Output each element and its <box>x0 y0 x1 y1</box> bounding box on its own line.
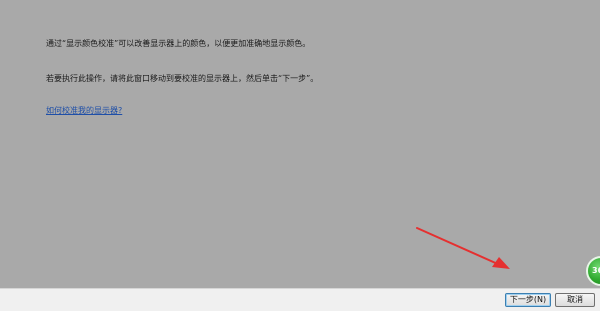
intro-text: 通过“显示颜色校准”可以改善显示器上的颜色，以便更加准确地显示颜色。 <box>46 39 311 48</box>
next-button[interactable]: 下一步(N) <box>505 293 551 307</box>
instruction-text: 若要执行此操作，请将此窗口移动到要校准的显示器上，然后单击“下一步”。 <box>46 74 319 83</box>
footer-bar: 下一步(N) 取消 <box>0 288 600 311</box>
cancel-button[interactable]: 取消 <box>555 293 595 307</box>
content-area: 通过“显示颜色校准”可以改善显示器上的颜色，以便更加准确地显示颜色。 若要执行此… <box>0 0 600 288</box>
help-link[interactable]: 如何校准我的显示器? <box>46 105 122 117</box>
